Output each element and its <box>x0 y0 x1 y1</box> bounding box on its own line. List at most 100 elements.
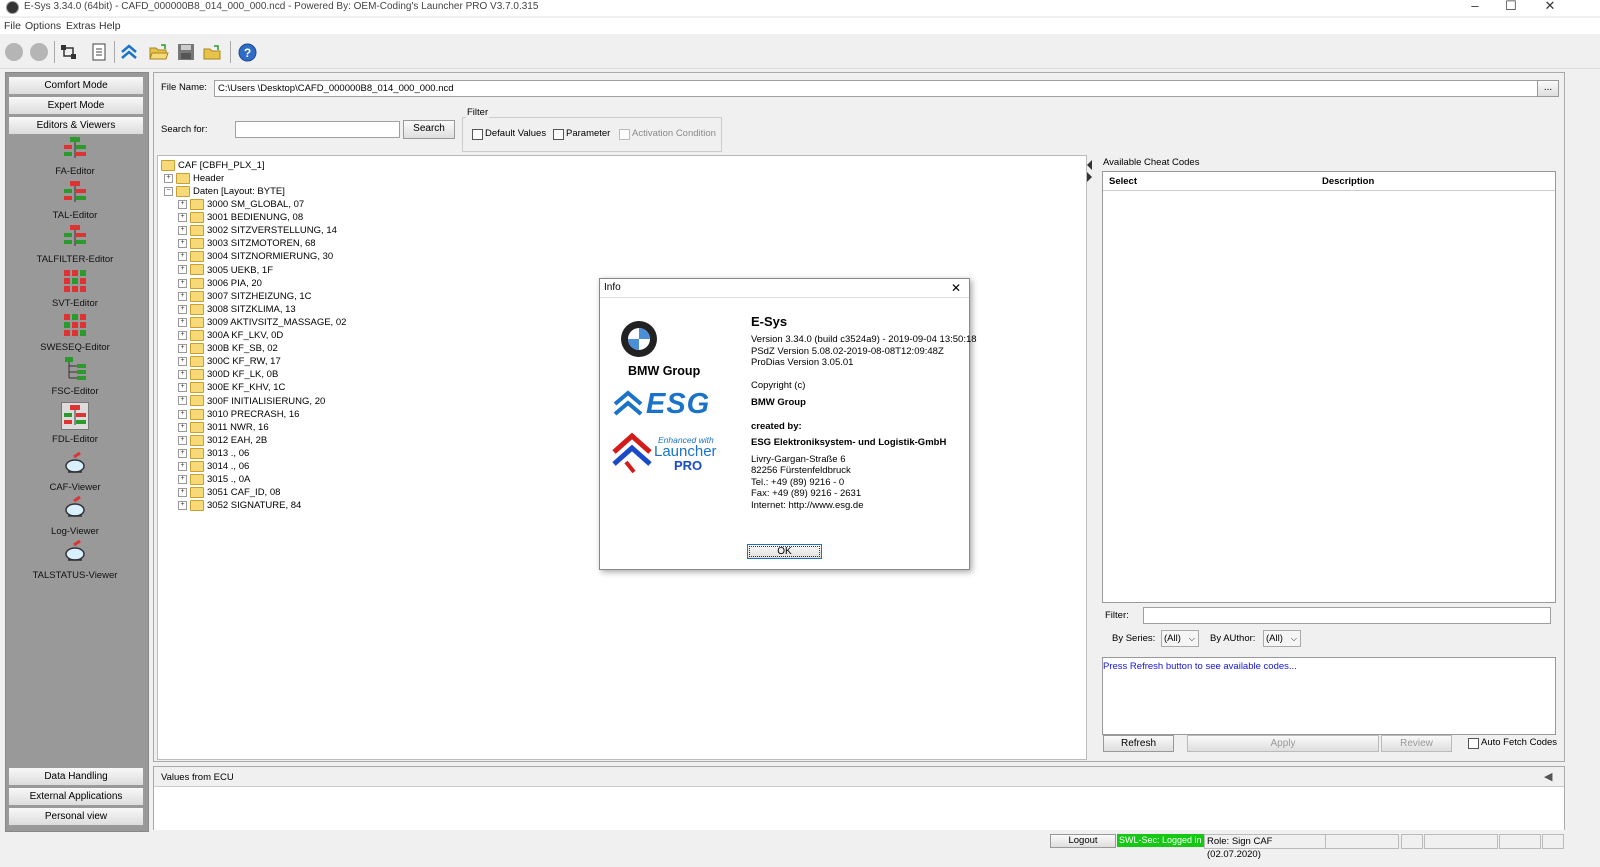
document-icon[interactable] <box>89 42 109 62</box>
talstatus-viewer-tool[interactable]: TALSTATUS-Viewer <box>6 539 144 581</box>
dialog-close-button[interactable]: ✕ <box>951 281 961 295</box>
expand-icon[interactable]: + <box>178 317 187 327</box>
tree-node[interactable]: +300E KF_KHV, 1C <box>178 381 285 394</box>
expand-icon[interactable]: + <box>178 226 187 236</box>
external-applications-button[interactable]: External Applications <box>8 787 144 806</box>
sweseq-editor-tool[interactable]: SWESEQ-Editor <box>6 312 144 353</box>
editors-viewers-button[interactable]: Editors & Viewers <box>8 116 144 135</box>
tree-node[interactable]: +3009 AKTIVSITZ_MASSAGE, 02 <box>178 316 346 329</box>
tree-node[interactable]: +300C KF_RW, 17 <box>178 355 281 368</box>
svt-editor-tool[interactable]: SVT-Editor <box>6 268 144 309</box>
tree-node[interactable]: +3008 SITZKLIMA, 13 <box>178 303 296 316</box>
expand-icon[interactable]: + <box>178 448 187 458</box>
forward-icon[interactable] <box>29 42 49 62</box>
tree-node[interactable]: +300D KF_LK, 0B <box>178 368 278 381</box>
cheat-filter-input[interactable] <box>1143 607 1551 624</box>
back-icon[interactable] <box>4 42 24 62</box>
tree-node[interactable]: +3010 PRECRASH, 16 <box>178 408 299 421</box>
menu-extras[interactable]: Extras <box>66 20 96 32</box>
expand-icon[interactable]: + <box>178 239 187 249</box>
tree-node[interactable]: +3001 BEDIENUNG, 08 <box>178 211 303 224</box>
tree-node[interactable]: +3052 SIGNATURE, 84 <box>178 499 301 512</box>
caf-viewer-tool[interactable]: CAF-Viewer <box>6 451 144 493</box>
tree-node[interactable]: +300B KF_SB, 02 <box>178 342 278 355</box>
expand-icon[interactable]: + <box>178 213 187 223</box>
tree-node[interactable]: +300F INITIALISIERUNG, 20 <box>178 395 325 408</box>
expand-icon[interactable]: + <box>178 291 187 301</box>
series-select[interactable]: (All) ⌵ <box>1161 630 1199 647</box>
logout-button[interactable]: Logout <box>1050 834 1116 848</box>
close-window-button[interactable]: ✕ <box>1530 0 1570 15</box>
column-description[interactable]: Description <box>1322 176 1374 187</box>
fdl-editor-tool[interactable]: FDL-Editor <box>6 402 144 445</box>
expand-icon[interactable]: + <box>178 396 187 406</box>
expand-icon[interactable]: + <box>178 383 187 393</box>
expand-icon[interactable]: + <box>178 304 187 314</box>
menu-options[interactable]: Options <box>25 20 61 32</box>
column-select[interactable]: Select <box>1109 176 1137 187</box>
file-name-field[interactable]: C:\Users \Desktop\CAFD_000000B8_014_000_… <box>214 80 1539 97</box>
minimize-button[interactable]: – <box>1455 0 1495 15</box>
tree-node[interactable]: +3004 SITZNORMIERUNG, 30 <box>178 250 333 263</box>
collapse-arrow-icon[interactable] <box>1087 160 1092 170</box>
connect-icon[interactable] <box>59 42 79 62</box>
expand-icon[interactable]: + <box>178 278 187 288</box>
tree-node[interactable]: +3007 SITZHEIZUNG, 1C <box>178 290 312 303</box>
collapse-icon[interactable]: − <box>164 186 173 196</box>
tree-node[interactable]: +300A KF_LKV, 0D <box>178 329 283 342</box>
log-viewer-tool[interactable]: Log-Viewer <box>6 495 144 537</box>
tree-node[interactable]: +3005 UEKB, 1F <box>178 264 273 277</box>
expert-mode-button[interactable]: Expert Mode <box>8 96 144 115</box>
parameter-checkbox[interactable] <box>553 129 564 140</box>
tal-editor-tool[interactable]: TAL-Editor <box>6 180 144 221</box>
ok-button[interactable]: OK <box>747 544 822 559</box>
default-values-checkbox[interactable] <box>472 129 483 140</box>
activation-condition-checkbox[interactable] <box>619 129 630 140</box>
expand-icon[interactable]: + <box>178 461 187 471</box>
expand-icon[interactable]: + <box>164 173 173 183</box>
expand-icon[interactable]: + <box>178 265 187 275</box>
talfilter-editor-tool[interactable]: TALFILTER-Editor <box>6 224 144 265</box>
save-icon[interactable] <box>176 42 196 62</box>
expand-icon[interactable]: + <box>178 488 187 498</box>
open-file-icon[interactable] <box>203 42 223 62</box>
expand-icon[interactable]: + <box>178 475 187 485</box>
dock-icon[interactable]: ◀ <box>1544 770 1552 783</box>
expand-icon[interactable]: + <box>178 409 187 419</box>
expand-icon[interactable]: + <box>178 252 187 262</box>
tree-root[interactable]: CAF [CBFH_PLX_1] <box>161 159 265 172</box>
expand-icon[interactable]: + <box>178 501 187 511</box>
tree-node[interactable]: +3000 SM_GLOBAL, 07 <box>178 198 304 211</box>
tree-node[interactable]: +3013 ., 06 <box>178 447 249 460</box>
maximize-button[interactable]: ☐ <box>1491 0 1531 15</box>
expand-icon[interactable]: + <box>178 344 187 354</box>
data-handling-button[interactable]: Data Handling <box>8 767 144 786</box>
tree-node[interactable]: +3006 PIA, 20 <box>178 277 262 290</box>
expand-arrow-icon[interactable] <box>1087 172 1092 182</box>
expand-icon[interactable]: + <box>178 422 187 432</box>
expand-icon[interactable]: + <box>178 330 187 340</box>
tree-node[interactable]: +3014 ., 06 <box>178 460 249 473</box>
search-button[interactable]: Search <box>403 120 455 139</box>
author-select[interactable]: (All) ⌵ <box>1263 630 1301 647</box>
review-button[interactable]: Review <box>1381 735 1452 752</box>
fsc-editor-tool[interactable]: FSC-Editor <box>6 356 144 397</box>
fa-editor-tool[interactable]: FA-Editor <box>6 136 144 177</box>
tree-node-header[interactable]: + Header <box>164 172 224 185</box>
esg-icon[interactable] <box>119 42 139 62</box>
expand-icon[interactable]: + <box>178 357 187 367</box>
menu-help[interactable]: Help <box>99 20 121 32</box>
tree-node[interactable]: +3011 NWR, 16 <box>178 421 269 434</box>
expand-icon[interactable]: + <box>178 370 187 380</box>
comfort-mode-button[interactable]: Comfort Mode <box>8 76 144 95</box>
browse-button[interactable]: ... <box>1537 80 1559 97</box>
expand-icon[interactable]: + <box>178 435 187 445</box>
help-icon[interactable]: ? <box>237 42 257 62</box>
tree-node-daten[interactable]: − Daten [Layout: BYTE] <box>164 185 285 198</box>
expand-icon[interactable]: + <box>178 199 187 209</box>
personal-view-button[interactable]: Personal view <box>8 807 144 826</box>
tree-node[interactable]: +3051 CAF_ID, 08 <box>178 486 280 499</box>
menu-file[interactable]: File <box>4 20 21 32</box>
apply-button[interactable]: Apply <box>1187 735 1379 752</box>
auto-fetch-checkbox[interactable] <box>1468 738 1479 749</box>
